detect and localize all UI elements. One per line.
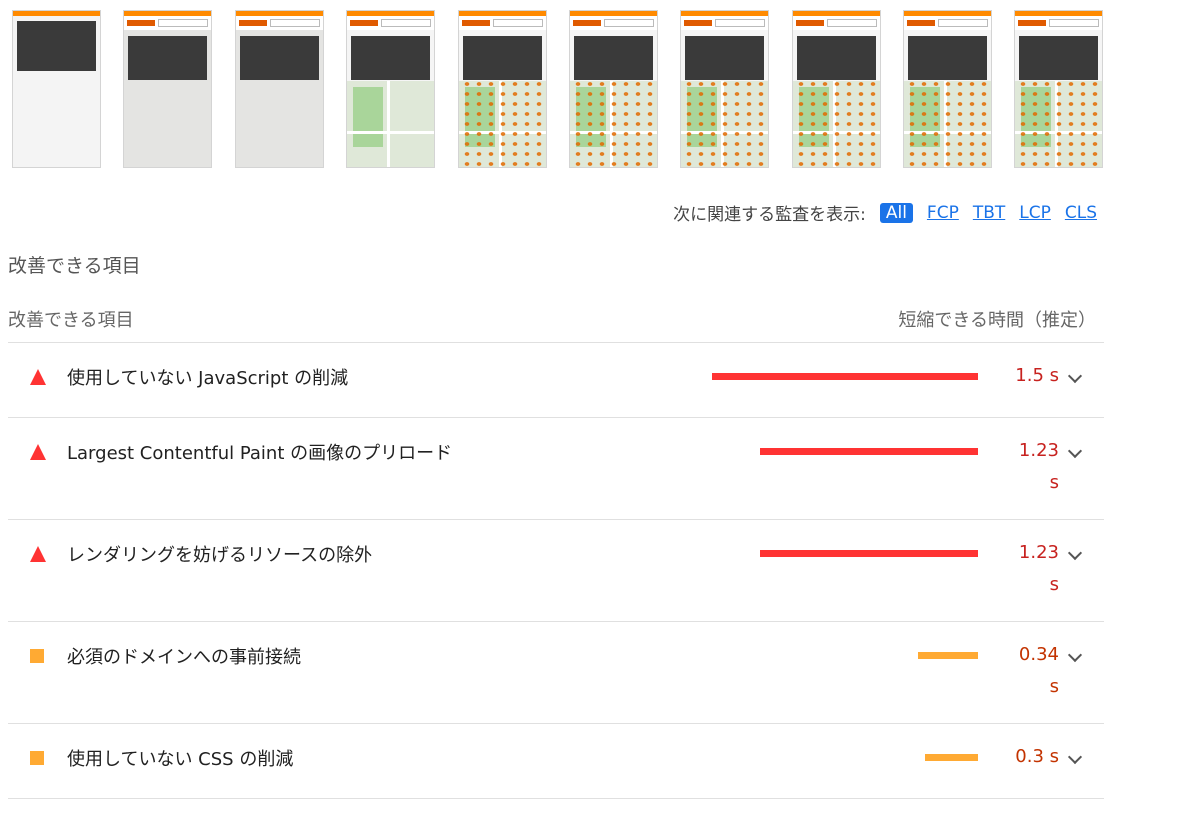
filmstrip-frame [346,10,435,168]
audit-row[interactable]: 必須のドメインへの事前接続 0.34 s [8,621,1104,724]
savings-bar [712,373,978,380]
fail-triangle-icon [30,444,46,460]
savings-value: 0.3 s [993,741,1059,773]
chevron-down-icon[interactable] [1066,648,1084,666]
audit-filter: 次に関連する監査を表示: All FCP TBT LCP CLS [673,200,1097,225]
savings-value-number: 0.34 [1018,644,1059,665]
filter-label: 次に関連する監査を表示: [673,205,866,225]
savings-value-unit: s [1049,676,1059,697]
filmstrip-frame [123,10,212,168]
savings-value-number: 1.23 [1018,440,1059,461]
savings-bar [925,754,978,761]
filmstrip [12,10,1112,170]
filmstrip-frame [1014,10,1103,168]
savings-bar [760,550,978,557]
savings-value-unit: s [1049,574,1059,595]
savings-value: 1.23 s [993,435,1059,499]
filmstrip-frame [680,10,769,168]
opportunity-list-header: 改善できる項目 短縮できる時間（推定） [8,306,1104,343]
chevron-down-icon[interactable] [1066,444,1084,462]
column-header-savings: 短縮できる時間（推定） [898,310,1096,331]
savings-bar [760,448,978,455]
savings-value-number: 1.5 s [1015,365,1059,386]
column-header-opportunity: 改善できる項目 [8,310,134,331]
filter-chip-tbt[interactable]: TBT [973,203,1005,223]
savings-value-number: 0.3 s [1015,746,1059,767]
filmstrip-frame [458,10,547,168]
section-title: 改善できる項目 [8,255,141,277]
filmstrip-frame [569,10,658,168]
average-square-icon [30,751,44,765]
filmstrip-frame [235,10,324,168]
audit-title: 使用していない JavaScript の削減 [67,368,349,389]
audit-title: レンダリングを妨げるリソースの除外 [67,545,373,566]
audit-row[interactable]: 使用していない JavaScript の削減 1.5 s [8,342,1104,418]
audit-row[interactable]: 使用していない CSS の削減 0.3 s [8,723,1104,799]
savings-value-number: 1.23 [1018,542,1059,563]
audit-row[interactable]: レンダリングを妨げるリソースの除外 1.23 s [8,519,1104,622]
fail-triangle-icon [30,369,46,385]
savings-value: 1.5 s [993,360,1059,392]
chevron-down-icon[interactable] [1066,546,1084,564]
filter-chip-lcp[interactable]: LCP [1019,203,1051,223]
audit-title: 必須のドメインへの事前接続 [67,647,301,668]
average-square-icon [30,649,44,663]
chevron-down-icon[interactable] [1066,750,1084,768]
savings-bar [918,652,978,659]
chevron-down-icon[interactable] [1066,369,1084,387]
savings-value: 0.34 s [993,639,1059,703]
filmstrip-frame [792,10,881,168]
filmstrip-frame [903,10,992,168]
audit-title: 使用していない CSS の削減 [67,749,294,770]
filter-chip-cls[interactable]: CLS [1065,203,1097,223]
fail-triangle-icon [30,546,46,562]
audit-title: Largest Contentful Paint の画像のプリロード [67,443,453,464]
filmstrip-frame [12,10,101,168]
audit-row[interactable]: Largest Contentful Paint の画像のプリロード 1.23 s [8,417,1104,520]
savings-value: 1.23 s [993,537,1059,601]
filter-chip-all[interactable]: All [879,202,913,223]
savings-value-unit: s [1049,472,1059,493]
filter-chip-fcp[interactable]: FCP [927,203,959,223]
